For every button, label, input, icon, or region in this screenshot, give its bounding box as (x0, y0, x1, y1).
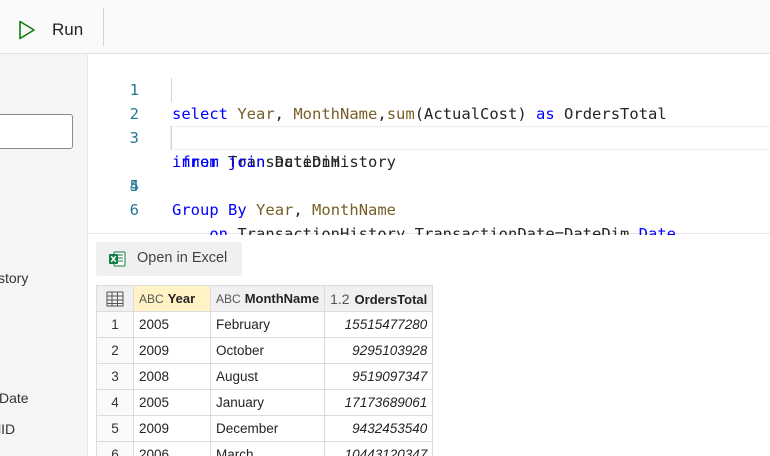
play-icon (19, 20, 35, 40)
table-row[interactable]: 1 2005 February 15515477280 (96, 311, 434, 338)
code-line: 6 (89, 174, 770, 219)
cell-year[interactable]: 2005 (133, 389, 211, 416)
left-pane-item-id[interactable]: lID (0, 421, 15, 437)
left-pane-input[interactable] (0, 114, 73, 149)
keyword: By (228, 201, 247, 219)
excel-icon (109, 251, 126, 267)
table-row[interactable]: 2 2009 October 9295103928 (96, 337, 434, 364)
cell-monthname[interactable]: January (209, 389, 326, 416)
cell-monthname[interactable]: October (209, 337, 326, 364)
identifier: Year (256, 201, 294, 219)
cell-orderstotal[interactable]: 17173689061 (324, 389, 434, 416)
keyword: Group (172, 201, 219, 219)
column-header-year[interactable]: ABC Year (133, 285, 211, 312)
table-icon (106, 291, 124, 307)
left-pane-item-transaction-date[interactable]: Date (0, 390, 29, 406)
cell-monthname[interactable]: August (209, 363, 326, 390)
cell-year[interactable]: 2006 (133, 441, 211, 456)
cell-orderstotal[interactable]: 15515477280 (324, 311, 434, 338)
text-type-icon: ABC (216, 292, 241, 306)
cell-orderstotal[interactable]: 10443120347 (324, 441, 434, 456)
table-row[interactable]: 5 2009 December 9432453540 (96, 415, 434, 442)
table-row[interactable]: 6 2006 March 10443120347 (96, 441, 434, 456)
line-code: Group By Year, MonthName (172, 201, 397, 219)
cell-monthname[interactable]: December (209, 415, 326, 442)
grid-header-row: ABC Year ABC MonthName 1.2 OrdersTotal (96, 285, 434, 312)
code-line: 1 select Year, MonthName,sum(ActualCost)… (89, 54, 770, 123)
column-header-orderstotal[interactable]: 1.2 OrdersTotal (324, 285, 434, 312)
column-name: OrdersTotal (354, 291, 428, 307)
row-number: 6 (96, 441, 134, 456)
left-pane-item-transaction-history[interactable]: story (0, 270, 28, 286)
results-pane: Open in Excel ABC Year ABC MonthName 1.2… (89, 235, 770, 456)
cell-orderstotal[interactable]: 9295103928 (324, 337, 434, 364)
text-type-icon: ABC (139, 292, 164, 306)
code-line: 3 inner join DateDim (89, 102, 770, 171)
cell-orderstotal[interactable]: 9432453540 (324, 415, 434, 442)
query-editor[interactable]: 1 select Year, MonthName,sum(ActualCost)… (89, 54, 770, 243)
row-number: 5 (96, 415, 134, 442)
row-number: 3 (96, 363, 134, 390)
run-label: Run (52, 20, 84, 39)
cell-monthname[interactable]: February (209, 311, 326, 338)
table-row[interactable]: 3 2008 August 9519097347 (96, 363, 434, 390)
cell-monthname[interactable]: March (209, 441, 326, 456)
current-line-highlight (170, 126, 770, 150)
run-button[interactable]: Run (12, 12, 92, 46)
code-line: 2 from TransactionHistory (89, 78, 770, 171)
results-grid: ABC Year ABC MonthName 1.2 OrdersTotal 1 20… (96, 285, 434, 456)
cell-orderstotal[interactable]: 9519097347 (324, 363, 434, 390)
toolbar-divider (103, 8, 104, 46)
grid-corner[interactable] (96, 285, 134, 312)
indent-guide (171, 78, 172, 102)
cell-year[interactable]: 2008 (133, 363, 211, 390)
cell-year[interactable]: 2009 (133, 415, 211, 442)
left-pane: story Date lID (0, 54, 88, 456)
identifier: MonthName (312, 201, 397, 219)
table-row[interactable]: 4 2005 January 17173689061 (96, 389, 434, 416)
decimal-type-icon: 1.2 (330, 290, 350, 307)
column-name: MonthName (244, 291, 320, 306)
column-header-monthname[interactable]: ABC MonthName (209, 285, 326, 312)
row-number: 2 (96, 337, 134, 364)
open-in-excel-label: Open in Excel (137, 250, 228, 266)
row-number: 1 (96, 311, 134, 338)
toolbar: Run (0, 0, 770, 54)
row-number: 4 (96, 389, 134, 416)
indent-guide (171, 126, 172, 150)
line-number: 6 (129, 201, 139, 219)
cell-year[interactable]: 2005 (133, 311, 211, 338)
code-line: 5 Group By Year, MonthName (89, 150, 770, 219)
code-line-current: 4 on TransactionHistory.TransactionDate=… (89, 126, 770, 243)
open-in-excel-button[interactable]: Open in Excel (96, 242, 242, 276)
cell-year[interactable]: 2009 (133, 337, 211, 364)
column-name: Year (167, 291, 196, 306)
